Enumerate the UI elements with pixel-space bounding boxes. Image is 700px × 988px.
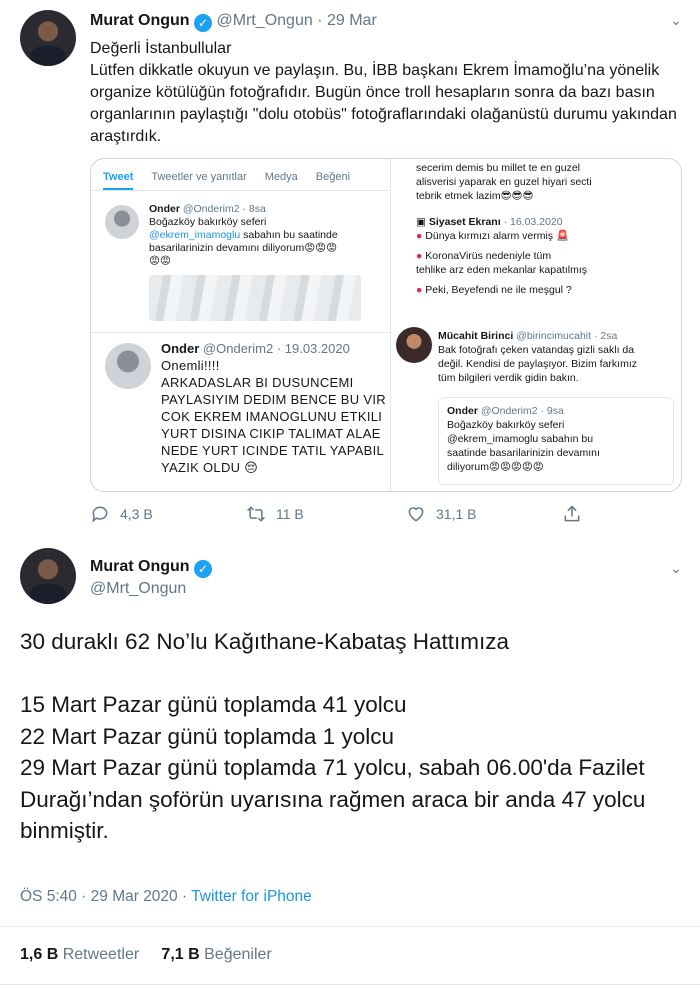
divider — [0, 926, 700, 927]
retweet-icon — [246, 506, 266, 522]
tweet-media-image[interactable]: Tweet Tweetler ve yanıtlar Medya Beğeni … — [90, 158, 682, 492]
tweet-stats: 1,6 B Retweetler 7,1 B Beğeniler — [20, 946, 272, 964]
quoted-tweet: Onder @Onderim2 · 9sa Boğazköy bakırköy … — [438, 397, 674, 485]
tweet-actions: 4,3 B 11 B 31,1 B — [90, 504, 590, 530]
embedded-text: secerim demis bu millet te en guzel alis… — [416, 162, 592, 202]
pin-icon: ● — [416, 250, 423, 262]
pin-icon: ● — [416, 230, 423, 242]
display-name[interactable]: Murat Ongun ✓ — [90, 558, 212, 578]
tv-icon: ▣ — [416, 216, 426, 228]
tweet-line: Lütfen dikkatle okuyun ve paylaşın. Bu, … — [90, 62, 677, 145]
tweet-line: 30 duraklı 62 No’lu Kağıthane-Kabataş Ha… — [20, 629, 510, 654]
tab-likes: Beğeni — [315, 171, 351, 183]
avatar — [105, 205, 139, 239]
tweet-text: 30 duraklı 62 No’lu Kağıthane-Kabataş Ha… — [20, 626, 690, 847]
tab-media: Medya — [264, 171, 298, 183]
tweet-date[interactable]: 29 Mar — [327, 12, 377, 29]
tweet-line — [20, 658, 690, 690]
tweet-line: 29 Mart Pazar günü toplamda 71 yolcu, sa… — [20, 755, 646, 843]
heart-icon — [408, 507, 424, 522]
embedded-tweet: Onder @Onderim2 · 8sa Boğazköy bakırköy … — [91, 197, 391, 333]
tweet-meta: ÖS 5:40 · 29 Mar 2020 · Twitter for iPho… — [20, 888, 312, 906]
retweet-button[interactable]: 11 B — [246, 504, 304, 524]
handle[interactable]: @Mrt_Ongun — [90, 580, 186, 598]
verified-badge-icon: ✓ — [194, 14, 212, 32]
divider — [0, 984, 700, 985]
media-right-panel: secerim demis bu millet te en guzel alis… — [396, 159, 681, 491]
pin-icon: ● — [416, 284, 423, 296]
retweets-stat[interactable]: 1,6 B Retweetler — [20, 946, 139, 963]
avatar — [105, 343, 151, 389]
embedded-tweet: Onder @Onderim2 · 19.03.2020 Onemli!!!! … — [91, 337, 391, 491]
chevron-down-icon[interactable]: ⌄ — [670, 560, 682, 577]
likes-stat[interactable]: 7,1 B Beğeniler — [161, 946, 271, 963]
tweet-line: Değerli İstanbullular — [90, 40, 232, 57]
tweet-text: Değerli İstanbullular Lütfen dikkatle ok… — [90, 38, 680, 148]
tweet-line: 15 Mart Pazar günü toplamda 41 yolcu — [20, 692, 407, 717]
tab-tweet: Tweet — [103, 171, 134, 190]
reply-icon — [92, 506, 108, 523]
share-button[interactable] — [562, 504, 582, 524]
bus-photo — [149, 275, 361, 321]
handle[interactable]: @Mrt_Ongun — [216, 12, 312, 29]
source-link[interactable]: Twitter for iPhone — [191, 888, 312, 905]
avatar[interactable] — [20, 548, 76, 604]
avatar[interactable] — [20, 10, 76, 66]
tweet-header: Murat Ongun ✓ @Mrt_Ongun · 29 Mar — [90, 12, 377, 32]
media-left-panel: Tweet Tweetler ve yanıtlar Medya Beğeni … — [91, 159, 391, 491]
tweet-line: 22 Mart Pazar günü toplamda 1 yolcu — [20, 723, 394, 749]
chevron-down-icon[interactable]: ⌄ — [670, 12, 682, 29]
tab-tweets-replies: Tweetler ve yanıtlar — [151, 171, 247, 183]
profile-tabs: Tweet Tweetler ve yanıtlar Medya Beğeni — [91, 159, 390, 191]
retweet-count: 11 B — [276, 506, 304, 522]
verified-badge-icon: ✓ — [194, 560, 212, 578]
avatar — [396, 327, 432, 363]
like-button[interactable]: 31,1 B — [406, 504, 476, 524]
embedded-tweet: Mücahit Birinci @birincimucahit · 2sa Ba… — [438, 330, 637, 384]
like-count: 31,1 B — [436, 506, 477, 522]
embedded-tweet: ▣ Siyaset Ekranı · 16.03.2020 ● Dünya kı… — [416, 216, 587, 296]
reply-count: 4,3 B — [120, 506, 153, 522]
reply-button[interactable]: 4,3 B — [90, 504, 153, 524]
share-icon — [564, 505, 580, 522]
display-name[interactable]: Murat Ongun — [90, 12, 190, 29]
tweet-timestamp[interactable]: ÖS 5:40 · 29 Mar 2020 · — [20, 888, 191, 905]
